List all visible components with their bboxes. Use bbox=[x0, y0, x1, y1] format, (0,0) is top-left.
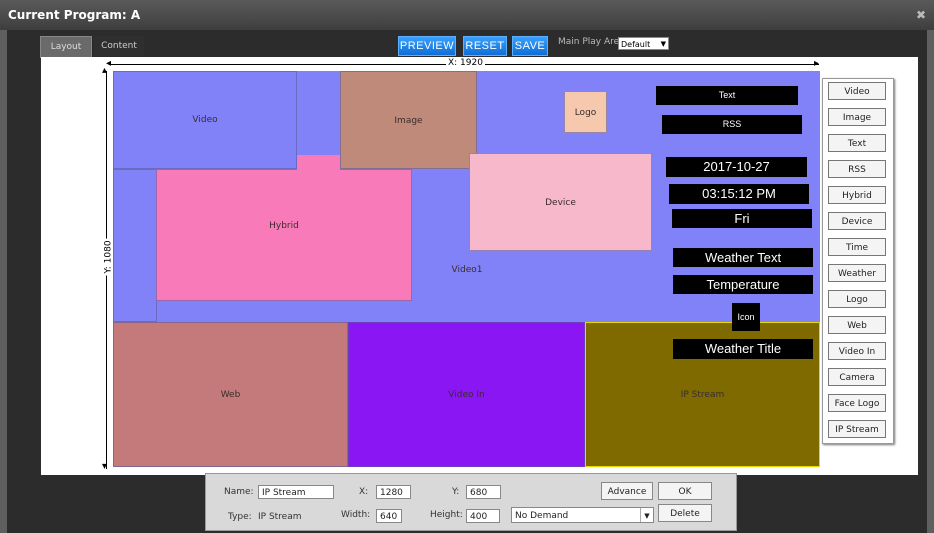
element-toolbox: Video Image Text RSS Hybrid Device Time … bbox=[822, 78, 894, 444]
chevron-down-icon: ▼ bbox=[660, 40, 666, 48]
arrow-right-icon: ▸ bbox=[814, 58, 820, 69]
x-axis-label: X: 1920 bbox=[446, 58, 485, 68]
toolbox-face-logo-button[interactable]: Face Logo bbox=[828, 394, 886, 412]
main-play-area-label: Main Play Area bbox=[558, 37, 625, 47]
toolbox-ip-stream-button[interactable]: IP Stream bbox=[828, 420, 886, 438]
save-button[interactable]: SAVE bbox=[512, 36, 548, 56]
block-day[interactable]: Fri bbox=[672, 209, 812, 228]
region-image[interactable]: Image bbox=[340, 71, 477, 169]
region-video-strip bbox=[113, 169, 157, 322]
main-play-area-select[interactable]: Default ▼ bbox=[618, 37, 669, 50]
region-device-label: Device bbox=[545, 198, 576, 208]
toolbox-weather-button[interactable]: Weather bbox=[828, 264, 886, 282]
region-video-in[interactable]: Video In bbox=[348, 322, 585, 467]
region-hybrid-tab bbox=[297, 155, 340, 170]
width-field[interactable]: 640 bbox=[376, 509, 402, 523]
toolbox-time-button[interactable]: Time bbox=[828, 238, 886, 256]
region-logo[interactable]: Logo bbox=[564, 91, 607, 133]
width-label: Width: bbox=[341, 510, 371, 520]
preview-button[interactable]: PREVIEW bbox=[398, 36, 456, 56]
y-label: Y: bbox=[452, 487, 460, 497]
region-web[interactable]: Web bbox=[113, 322, 348, 467]
type-label: Type: bbox=[228, 512, 252, 522]
region-hybrid[interactable]: Hybrid bbox=[156, 169, 412, 301]
type-value: IP Stream bbox=[258, 512, 302, 522]
delete-button[interactable]: Delete bbox=[658, 504, 712, 522]
ok-button[interactable]: OK bbox=[658, 482, 712, 500]
advance-button[interactable]: Advance bbox=[601, 482, 653, 500]
region-image-label: Image bbox=[394, 116, 423, 126]
region-web-label: Web bbox=[220, 390, 241, 400]
toolbox-text-button[interactable]: Text bbox=[828, 134, 886, 152]
block-time[interactable]: 03:15:12 PM bbox=[669, 184, 809, 204]
block-icon[interactable]: Icon bbox=[732, 303, 760, 331]
x-label: X: bbox=[359, 487, 369, 497]
tab-content[interactable]: Content bbox=[94, 36, 144, 56]
block-date[interactable]: 2017-10-27 bbox=[666, 157, 807, 177]
demand-value: No Demand bbox=[515, 511, 569, 521]
height-field[interactable]: 400 bbox=[466, 509, 500, 523]
region-hybrid-label: Hybrid bbox=[269, 221, 299, 231]
region-video1-label: Video1 bbox=[451, 265, 483, 275]
close-icon[interactable]: ✖ bbox=[916, 0, 926, 30]
demand-select[interactable]: No Demand ▼ bbox=[511, 507, 654, 523]
block-weather-text[interactable]: Weather Text bbox=[673, 248, 813, 267]
toolbox-logo-button[interactable]: Logo bbox=[828, 290, 886, 308]
window-titlebar: Current Program: A ✖ bbox=[0, 0, 934, 30]
region-video[interactable]: Video bbox=[113, 71, 297, 169]
region-ip-stream-label: IP Stream bbox=[680, 390, 725, 400]
block-rss[interactable]: RSS bbox=[662, 115, 802, 134]
properties-panel: Name: IP Stream X: 1280 Y: 680 Type: IP … bbox=[205, 473, 737, 531]
toolbox-video-button[interactable]: Video bbox=[828, 82, 886, 100]
toolbox-rss-button[interactable]: RSS bbox=[828, 160, 886, 178]
tab-layout[interactable]: Layout bbox=[40, 36, 92, 58]
arrow-down-icon: ▾ bbox=[102, 461, 108, 472]
toolbox-camera-button[interactable]: Camera bbox=[828, 368, 886, 386]
region-device[interactable]: Device bbox=[469, 153, 652, 251]
window-title: Current Program: A bbox=[8, 8, 141, 22]
height-label: Height: bbox=[430, 510, 463, 520]
toolbox-video-in-button[interactable]: Video In bbox=[828, 342, 886, 360]
toolbox-web-button[interactable]: Web bbox=[828, 316, 886, 334]
region-logo-label: Logo bbox=[574, 108, 597, 118]
toolbox-hybrid-button[interactable]: Hybrid bbox=[828, 186, 886, 204]
arrow-up-icon: ▴ bbox=[102, 65, 108, 76]
name-field[interactable]: IP Stream bbox=[258, 485, 334, 499]
block-text[interactable]: Text bbox=[656, 86, 798, 105]
region-video-in-label: Video In bbox=[448, 390, 485, 400]
reset-button[interactable]: RESET bbox=[463, 36, 507, 56]
chevron-down-icon: ▼ bbox=[640, 508, 653, 522]
x-field[interactable]: 1280 bbox=[376, 485, 411, 499]
toolbox-device-button[interactable]: Device bbox=[828, 212, 886, 230]
main-play-area-value: Default bbox=[621, 40, 651, 49]
y-field[interactable]: 680 bbox=[466, 485, 501, 499]
layout-stage[interactable]: Video Image Logo Hybrid Device Video1 We… bbox=[113, 71, 820, 467]
block-temperature[interactable]: Temperature bbox=[673, 275, 813, 294]
toolbox-image-button[interactable]: Image bbox=[828, 108, 886, 126]
block-weather-title[interactable]: Weather Title bbox=[673, 339, 813, 359]
name-label: Name: bbox=[224, 487, 254, 497]
region-video-label: Video bbox=[192, 115, 218, 125]
